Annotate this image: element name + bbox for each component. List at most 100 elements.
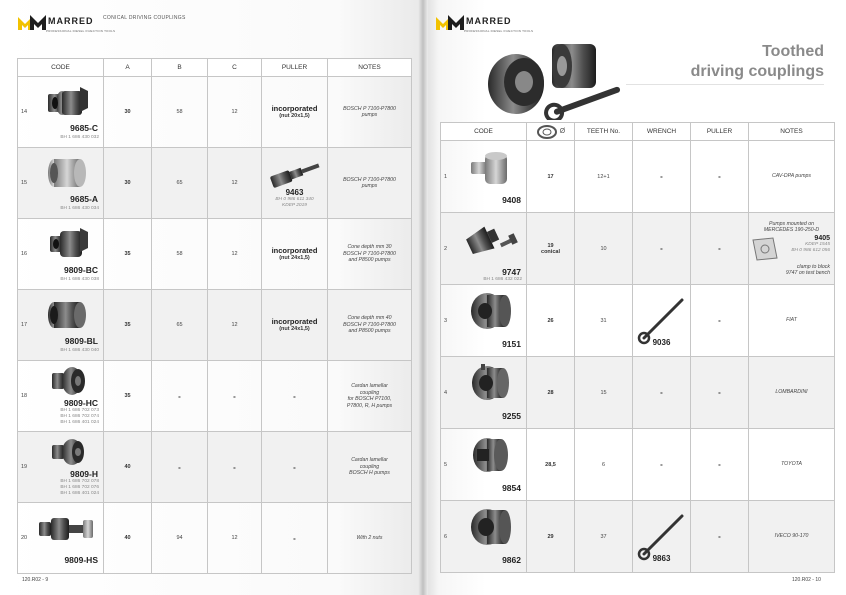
brand-name: MARRED [466, 16, 512, 26]
table-header-row: CODE Ø TEETH No. WRENCH PULLER NOTES [440, 122, 835, 141]
code-cell: 9809-BL BH 1 686 430 040 [31, 289, 104, 361]
note-line: With 2 nuts [356, 534, 383, 541]
header-puller: PULLER [690, 122, 749, 141]
header-notes: NOTES [327, 58, 412, 77]
clamp-ref: BH 0 986 612 056 [791, 248, 830, 253]
value-a: 40 [103, 502, 152, 574]
conical-couplings-table: CODE A B C PULLER NOTES 14 9685-C BH 1 6… [17, 58, 412, 574]
notes-cell: Cardan lamellar coupling for BOSCH P7100… [327, 360, 412, 432]
puller-cell: - [261, 431, 328, 503]
title-line-1: Toothed [762, 43, 824, 60]
header-c: C [207, 58, 262, 77]
header-diameter: Ø [526, 122, 575, 141]
coupling-image [471, 152, 508, 184]
diameter-cell: 26 [526, 284, 575, 357]
row-index: 6 [440, 500, 455, 573]
diameter-value: 28 [547, 389, 554, 396]
page-number-left: 120.R02 - 9 [22, 577, 49, 583]
row-index: 18 [17, 360, 32, 432]
puller-cell: - [690, 500, 749, 573]
clamp-tool-image [752, 236, 778, 261]
title-divider [626, 84, 824, 85]
toothed-couplings-table: CODE Ø TEETH No. WRENCH PULLER NOTES 1 9… [440, 122, 835, 573]
coupling-image [466, 226, 519, 255]
puller-code: 9463 [285, 187, 304, 197]
table-row: 19 9809-H BH 1 686 702 078 BH 1 686 702 … [17, 431, 412, 503]
puller-nut: (nut 20x1,5) [279, 113, 310, 119]
header-a: A [103, 58, 152, 77]
product-code: 9747 [502, 267, 521, 277]
table-row: 3 9151 26 31 9036 - FIAT [440, 284, 835, 357]
table-row: 2 9747 BH 1 686 432 022 19 conical 10 - [440, 212, 835, 285]
puller-cell: - [690, 140, 749, 213]
bh-ref: BH 1 686 430 040 [60, 348, 99, 353]
note-line: LOMBARDINI [775, 389, 808, 396]
value-a: 30 [103, 76, 152, 148]
code-cell: 9255 [454, 356, 527, 429]
product-code: 9685-A [70, 194, 98, 204]
wrench-cell: 9036 [632, 284, 691, 357]
table-row: 15 9685-A BH 1 686 430 034 30 65 12 9463… [17, 147, 412, 219]
wrench-cell: - [632, 356, 691, 429]
table-row: 1 9408 17 12+1 - - CAV-DPA pumps [440, 140, 835, 213]
marred-logo-icon [18, 15, 46, 30]
puller-cell: - [261, 502, 328, 574]
puller-cell: - [690, 284, 749, 357]
value-c: 12 [207, 147, 262, 219]
bh-ref: BH 1 686 430 032 [60, 135, 99, 140]
product-code: 9809-HS [64, 555, 98, 565]
note-line: pumps [361, 183, 378, 189]
puller-ref: KDEP 2019 [282, 202, 307, 208]
table-row: 17 9809-BL BH 1 686 430 040 35 65 12 inc… [17, 289, 412, 361]
note-line: CAV-DPA pumps [771, 173, 811, 180]
coupling-image [52, 439, 85, 465]
puller-incorporated: incorporated [271, 317, 318, 326]
product-code: 9408 [502, 195, 521, 205]
code-cell: 9809-HC BH 1 686 702 073 BH 1 686 702 07… [31, 360, 104, 432]
page-number-right: 120.R02 - 10 [792, 577, 821, 583]
value-b: 65 [151, 147, 208, 219]
code-cell: 9809-H BH 1 686 702 078 BH 1 686 702 076… [31, 431, 104, 503]
table-row: 18 9809-HC BH 1 686 702 073 BH 1 686 702… [17, 360, 412, 432]
note-line: 9747 on test bench [785, 270, 830, 276]
teeth-value: 31 [574, 284, 633, 357]
ring-diameter-icon [536, 124, 557, 139]
table-row: 16 9809-BC BH 1 686 430 038 35 58 12 inc… [17, 218, 412, 290]
value-b: - [151, 431, 208, 503]
row-index: 1 [440, 140, 455, 213]
puller-nut: (nut 24x1,5) [279, 255, 310, 261]
code-cell: 9685-A BH 1 686 430 034 [31, 147, 104, 219]
diameter-value: 17 [547, 173, 554, 180]
value-a: 30 [103, 147, 152, 219]
table-row: 5 9854 28,5 6 - - TOYOTA [440, 428, 835, 501]
product-code: 9854 [502, 483, 521, 493]
row-index: 4 [440, 356, 455, 429]
bh-ref: BH 1 686 401 024 [60, 491, 99, 496]
book-spine [418, 0, 428, 595]
header-code: CODE [17, 58, 104, 77]
row-index: 20 [17, 502, 32, 574]
hero-coupling-image [488, 44, 621, 120]
note-line: and P8500 pumps [348, 257, 391, 264]
diameter-value: 29 [547, 533, 554, 540]
header-wrench: WRENCH [632, 122, 691, 141]
product-code: 9685-C [70, 123, 98, 133]
value-c: 12 [207, 502, 262, 574]
code-cell: 9408 [454, 140, 527, 213]
brand-logo-left: MARRED PROFESSIONAL DIESEL INJECTION TOO… [18, 11, 115, 33]
value-c: 12 [207, 76, 262, 148]
notes-cell: IVECO 90-170 [748, 500, 835, 573]
wrench-cell: - [632, 140, 691, 213]
diameter-cell: 19 conical [526, 212, 575, 285]
row-index: 17 [17, 289, 32, 361]
row-index: 19 [17, 431, 32, 503]
coupling-image [473, 438, 509, 472]
coupling-image [48, 302, 87, 328]
product-code: 9809-HC [63, 398, 98, 408]
notes-cell: Cone depth mm 40 BOSCH P 7100-P7800 and … [327, 289, 412, 361]
header-code: CODE [440, 122, 527, 141]
value-c: - [207, 360, 262, 432]
notes-cell: With 2 nuts [327, 502, 412, 574]
coupling-image [48, 87, 89, 115]
puller-incorporated: incorporated [271, 104, 318, 113]
